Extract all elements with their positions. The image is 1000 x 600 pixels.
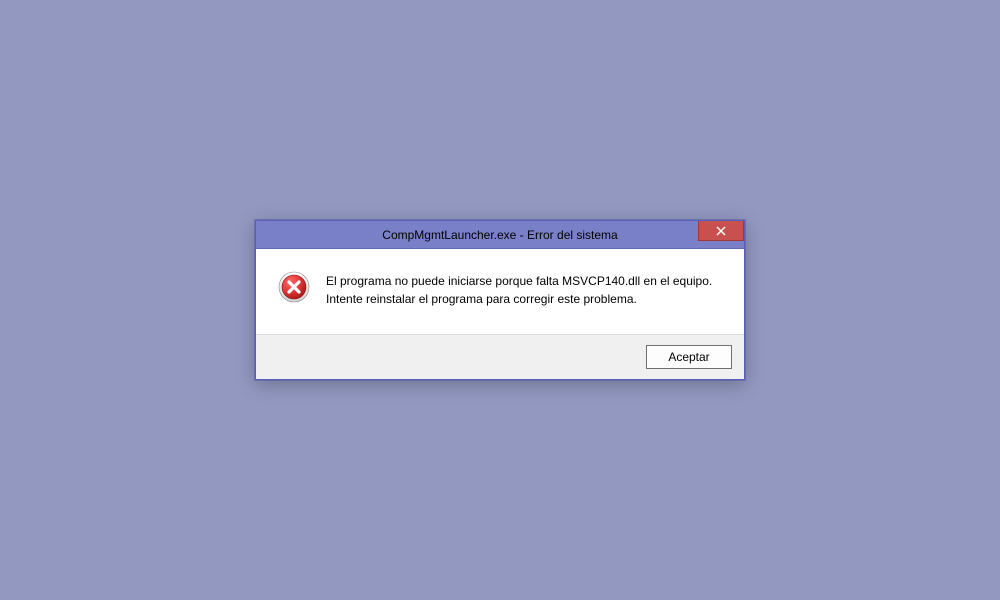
error-message-line1: El programa no puede iniciarse porque fa…	[326, 273, 712, 290]
close-icon	[716, 226, 726, 236]
close-button[interactable]	[698, 221, 744, 241]
titlebar[interactable]: CompMgmtLauncher.exe - Error del sistema	[256, 221, 744, 249]
dialog-body: El programa no puede iniciarse porque fa…	[256, 249, 744, 334]
error-message: El programa no puede iniciarse porque fa…	[326, 271, 712, 308]
dialog-footer: Aceptar	[256, 334, 744, 379]
dialog-title: CompMgmtLauncher.exe - Error del sistema	[256, 228, 744, 242]
error-dialog: CompMgmtLauncher.exe - Error del sistema	[255, 220, 745, 380]
error-message-line2: Intente reinstalar el programa para corr…	[326, 291, 712, 308]
accept-button[interactable]: Aceptar	[646, 345, 732, 369]
error-icon	[278, 271, 310, 303]
